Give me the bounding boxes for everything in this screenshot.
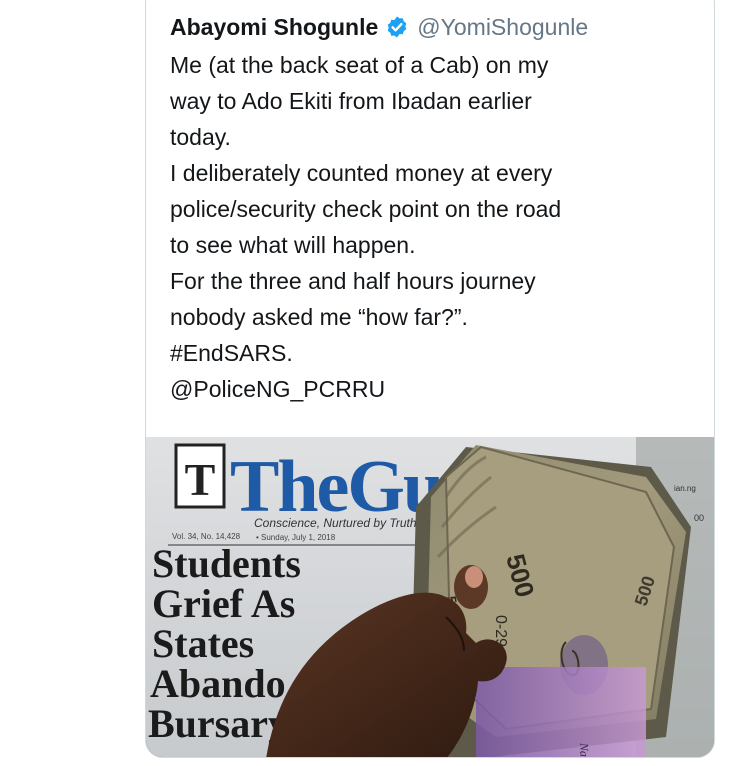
tweet-text-line: police/security check point on the road — [170, 196, 562, 222]
newspaper-tagline: Conscience, Nurtured by Truth — [254, 516, 417, 530]
verified-badge-icon — [387, 16, 407, 38]
tweet-text-line: way to Ado Ekiti from Ibadan earlier — [170, 88, 532, 114]
newspaper-price: 00 — [694, 513, 704, 523]
tweet-text: Me (at the back seat of a Cab) on my way … — [170, 47, 700, 407]
svg-text:Students: Students — [152, 541, 301, 586]
svg-text:Abando: Abando — [150, 661, 286, 706]
svg-text:Bursary: Bursary — [148, 701, 288, 746]
tweet-text-line[interactable]: @PoliceNG_PCRRU — [170, 371, 700, 407]
newspaper-issue: Vol. 34, No. 14,428 — [172, 532, 241, 541]
photo-illustration: T TheGuardian Conscience, Nurtured by Tr… — [146, 437, 714, 758]
tweet-text-line: Me (at the back seat of a Cab) on my — [170, 52, 549, 78]
tweet-text-line: I deliberately counted money at every — [170, 160, 553, 186]
tweet-header: Abayomi Shogunle @YomiShogunle — [170, 13, 588, 41]
display-name[interactable]: Abayomi Shogunle — [170, 13, 378, 41]
tweet-text-line: to see what will happen. — [170, 232, 416, 258]
svg-text:Grief As: Grief As — [152, 581, 295, 626]
tweet-text-line[interactable]: #EndSARS. — [170, 335, 700, 371]
svg-text:States: States — [152, 621, 254, 666]
note-currency-name: Naira — [577, 742, 592, 758]
tweet-text-line: nobody asked me “how far?”. — [170, 304, 468, 330]
tweet-text-line: today. — [170, 124, 231, 150]
user-handle[interactable]: @YomiShogunle — [417, 13, 588, 41]
svg-text:T: T — [185, 454, 216, 505]
tweet-text-line: For the three and half hours journey — [170, 268, 536, 294]
tweet-card[interactable]: Abayomi Shogunle @YomiShogunle Me (at th… — [145, 0, 715, 758]
tweet-photo[interactable]: T TheGuardian Conscience, Nurtured by Tr… — [146, 437, 714, 758]
newspaper-site: ian.ng — [674, 484, 696, 493]
